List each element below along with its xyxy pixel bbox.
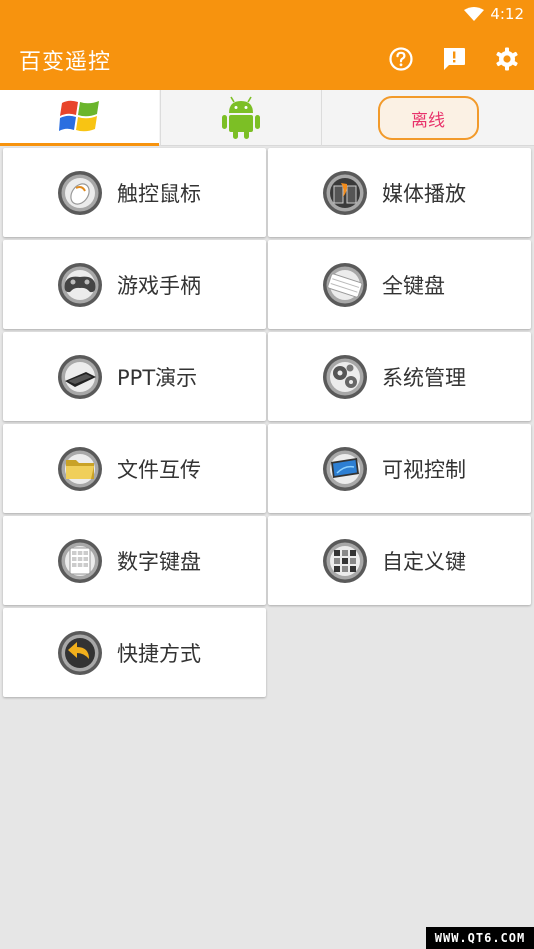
wifi-icon [464, 7, 484, 21]
feedback-button[interactable] [439, 44, 469, 74]
gamepad-icon [58, 262, 102, 307]
menu-item-label: 全键盘 [382, 273, 445, 298]
device-tabs: 离线 [0, 90, 534, 146]
folder-icon [58, 446, 102, 491]
app-title: 百变遥控 [19, 50, 112, 75]
offline-button[interactable]: 离线 [377, 96, 479, 140]
menu-item-full-keyboard[interactable]: 全键盘 [268, 240, 531, 329]
tab-windows[interactable] [0, 90, 159, 146]
custom-keys-icon [323, 538, 367, 583]
menu-item-label: 游戏手柄 [117, 273, 201, 298]
menu-item-system-management[interactable]: 系统管理 [268, 332, 531, 421]
settings-icon [496, 47, 518, 71]
mouse-icon [58, 170, 102, 215]
menu-item-numeric-keypad[interactable]: 数字键盘 [3, 516, 266, 605]
menu-item-custom-keys[interactable]: 自定义键 [268, 516, 531, 605]
menu-item-label: 系统管理 [382, 365, 466, 390]
menu-item-label: 可视控制 [382, 457, 466, 482]
tab-android[interactable] [160, 90, 320, 146]
status-time: 4:12 [490, 5, 524, 23]
menu-item-gamepad[interactable]: 游戏手柄 [3, 240, 266, 329]
menu-item-label: 媒体播放 [382, 181, 466, 206]
menu-item-label: PPT演示 [117, 365, 198, 390]
menu-item-label: 快捷方式 [117, 641, 201, 666]
help-icon [389, 47, 413, 71]
menu-item-label: 数字键盘 [117, 549, 201, 574]
menu-item-media-player[interactable]: 媒体播放 [268, 148, 531, 237]
presentation-icon [58, 354, 102, 399]
monitor-icon [323, 446, 367, 491]
menu-item-shortcuts[interactable]: 快捷方式 [3, 608, 266, 697]
tab-connection: 离线 [321, 90, 534, 146]
app-bar: 百变遥控 [0, 28, 534, 90]
menu-item-ppt[interactable]: PPT演示 [3, 332, 266, 421]
help-button[interactable] [386, 44, 416, 74]
numpad-icon [58, 538, 102, 583]
system-gears-icon [323, 354, 367, 399]
feedback-icon [444, 48, 465, 70]
shortcut-arrow-icon [58, 630, 102, 675]
menu-item-label: 文件互传 [117, 457, 201, 482]
status-bar: 4:12 [0, 0, 534, 28]
menu-item-label: 触控鼠标 [117, 181, 201, 206]
keyboard-icon [323, 262, 367, 307]
menu-item-visual-control[interactable]: 可视控制 [268, 424, 531, 513]
settings-button[interactable] [492, 44, 522, 74]
menu-item-file-transfer[interactable]: 文件互传 [3, 424, 266, 513]
watermark: WWW.QT6.COM [426, 927, 534, 949]
android-robot-icon [221, 96, 260, 139]
menu-item-label: 自定义键 [382, 549, 466, 574]
menu-item-touch-mouse[interactable]: 触控鼠标 [3, 148, 266, 237]
media-player-icon [323, 170, 367, 215]
windows-logo-icon [58, 100, 99, 131]
